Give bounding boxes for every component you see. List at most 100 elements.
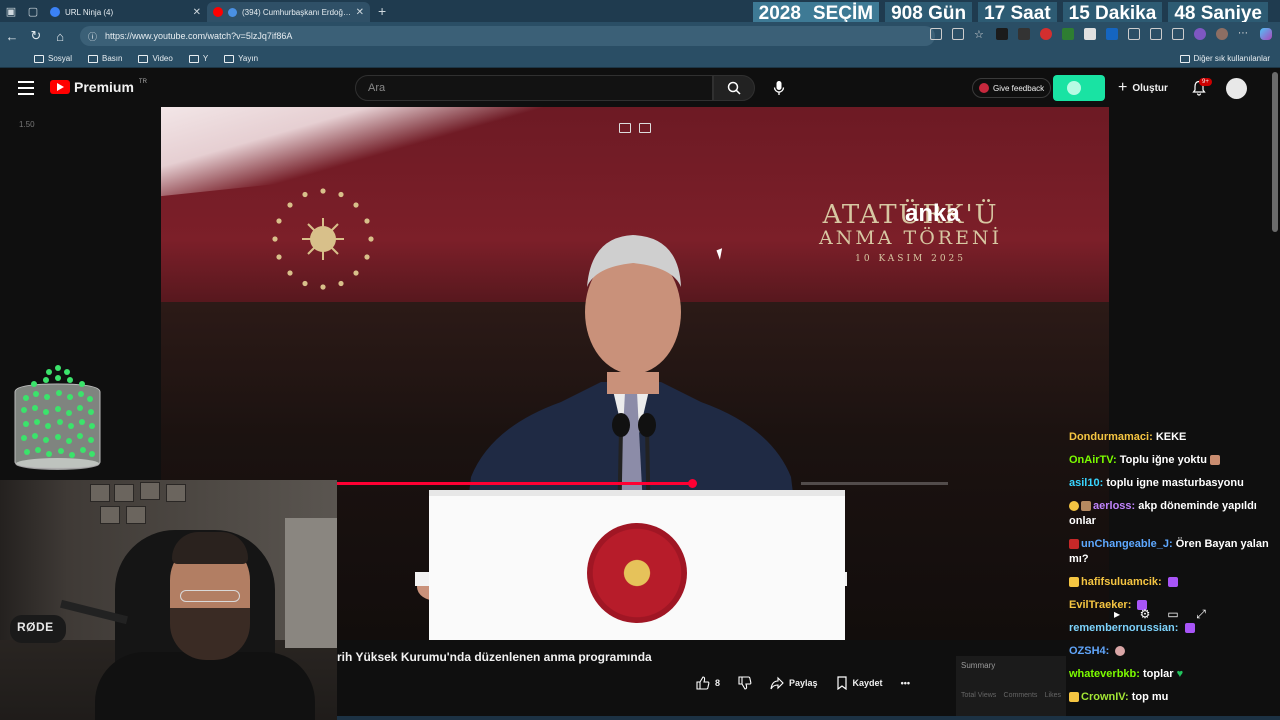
close-tab-icon[interactable]: ✕ (356, 7, 364, 18)
badge-icon (1069, 539, 1079, 550)
address-bar-row: ← ↻ ⌂ ⓘ https://www.youtube.com/watch?v=… (0, 22, 1280, 50)
progress-scrubber-handle[interactable] (688, 479, 697, 488)
chat-message: OZSH4: (1069, 644, 1269, 659)
folder-icon (34, 54, 44, 63)
logo-text: Premium (74, 79, 134, 95)
account-avatar[interactable] (1226, 78, 1247, 99)
like-button[interactable]: 8 (696, 676, 720, 690)
search-input[interactable]: Ara (355, 75, 713, 101)
back-icon[interactable]: ← (0, 24, 24, 48)
emote-icon (1167, 577, 1178, 588)
theater-mode-icon[interactable]: ▭ (1166, 607, 1180, 621)
badge-icon (1069, 577, 1079, 588)
chat-text: toplar (1142, 668, 1174, 680)
podium (429, 490, 845, 640)
url-field[interactable]: ⓘ https://www.youtube.com/watch?v=5lzJq7… (80, 26, 935, 46)
url-text: https://www.youtube.com/watch?v=5lzJq7if… (105, 31, 293, 41)
bookmark-folder[interactable]: Sosyal (34, 54, 72, 63)
bookmark-label: Diğer sık kullanılanlar (1193, 54, 1270, 63)
taskbar-edge (337, 716, 1280, 720)
new-tab-button[interactable]: + (378, 3, 386, 19)
player-controls-right: ▸ ⚙ ▭ ⤢ (1110, 607, 1208, 622)
extension-icon[interactable] (1106, 28, 1118, 40)
settings-gear-icon[interactable]: ⚙ (1138, 607, 1152, 621)
scrollbar-thumb[interactable] (1272, 72, 1278, 232)
extension-icon[interactable] (1040, 28, 1052, 40)
reload-icon[interactable]: ↻ (24, 24, 48, 48)
favorite-star-icon[interactable]: ☆ (974, 28, 986, 41)
tab-youtube[interactable]: (394) Cumhurbaşkanı Erdoğ… ✕ (207, 2, 370, 22)
stats-summary-panel: Summary Total Views Comments Likes (956, 656, 1066, 716)
save-button[interactable]: Kaydet (836, 676, 883, 690)
chat-message: OnAirTV: Toplu iğne yoktu (1069, 453, 1269, 468)
voice-search-button[interactable] (768, 77, 790, 99)
folder-icon (88, 54, 99, 63)
tab-actions-icon[interactable]: ▢ (22, 0, 44, 22)
pip-icon[interactable] (619, 123, 631, 133)
reader-icon[interactable] (952, 28, 964, 40)
chat-username: unChangeable_J: (1081, 538, 1173, 550)
copilot-icon[interactable] (1194, 28, 1206, 40)
give-feedback-button[interactable]: Give feedback (972, 78, 1052, 98)
favorites-icon[interactable] (1150, 28, 1162, 40)
home-icon[interactable]: ⌂ (48, 24, 72, 48)
more-menu-icon[interactable]: ⋯ (1238, 28, 1250, 40)
chat-username: OnAirTV: (1069, 454, 1117, 466)
url-ninja-favicon-icon (50, 7, 60, 17)
notes-icon[interactable] (639, 123, 651, 133)
tab-url-ninja[interactable]: URL Ninja (4) ✕ (44, 2, 207, 22)
microphone-icon (773, 81, 785, 95)
dislike-button[interactable] (738, 676, 752, 690)
chat-username: hafifsuluamcik: (1081, 576, 1162, 588)
edge-copilot-icon[interactable] (1260, 28, 1272, 40)
bookmark-folder[interactable]: Video (138, 54, 173, 63)
menu-icon[interactable] (18, 81, 34, 95)
translate-icon[interactable] (930, 28, 942, 40)
workspaces-icon[interactable]: ▣ (0, 0, 22, 22)
chat-message: aerloss: akp döneminde yapıldı onlar (1069, 499, 1269, 529)
playback-speed-label: 1.50 (19, 120, 35, 129)
more-actions-button[interactable]: ••• (901, 678, 910, 688)
wall-photo (140, 482, 160, 500)
share-button[interactable]: Paylaş (770, 676, 818, 690)
screen: ▣ ▢ URL Ninja (4) ✕ (394) Cumhurbaşkanı … (0, 0, 1280, 720)
close-tab-icon[interactable]: ✕ (193, 7, 201, 18)
other-favorites[interactable]: Diğer sık kullanılanlar (1179, 54, 1270, 63)
acoustic-panel (285, 518, 337, 648)
tab-title: (394) Cumhurbaşkanı Erdoğ… (242, 7, 351, 17)
bookmark-folder[interactable]: Basın (88, 54, 122, 63)
extension-toggle[interactable] (1053, 75, 1105, 101)
bookmark-icon (836, 676, 847, 690)
profile-icon[interactable] (1216, 28, 1228, 40)
wall-photo (114, 484, 134, 502)
folder-icon (224, 54, 235, 63)
extension-icon[interactable] (996, 28, 1008, 40)
video-title: rih Yüksek Kurumu'nda düzenlenen anma pr… (337, 650, 652, 664)
bookmark-folder[interactable]: Y (188, 54, 208, 63)
collections-icon[interactable] (1172, 28, 1184, 40)
create-button[interactable]: + Oluştur (1118, 78, 1168, 98)
folder-icon (138, 54, 149, 63)
emote-icon (1209, 455, 1220, 466)
split-screen-icon[interactable] (1128, 28, 1140, 40)
audio-playing-icon[interactable] (228, 7, 237, 17)
share-label: Paylaş (789, 678, 818, 688)
bookmark-folder[interactable]: Yayın (224, 54, 258, 63)
youtube-premium-logo[interactable]: Premium TR (50, 79, 147, 95)
extension-icon[interactable] (1084, 28, 1096, 40)
bookmark-label: Video (152, 54, 173, 63)
extension-icon[interactable] (1018, 28, 1030, 40)
feedback-label: Give feedback (993, 83, 1045, 93)
site-info-icon[interactable]: ⓘ (88, 30, 97, 43)
wall-photo (166, 484, 186, 502)
search-button[interactable] (713, 75, 755, 101)
page-scrollbar[interactable] (1270, 68, 1280, 720)
extension-icon[interactable] (1062, 28, 1074, 40)
summary-comments: Comments (1003, 692, 1038, 699)
autoplay-toggle-icon[interactable]: ▸ (1110, 607, 1124, 621)
fullscreen-icon[interactable]: ⤢ (1194, 607, 1208, 621)
chat-message: whateverbkb: toplar ♥ (1069, 667, 1269, 682)
stream-chat: Dondurmamaci: KEKE OnAirTV: Toplu iğne y… (1069, 430, 1269, 713)
badge-icon (1081, 501, 1091, 512)
video-progress-remaining[interactable] (801, 482, 948, 485)
